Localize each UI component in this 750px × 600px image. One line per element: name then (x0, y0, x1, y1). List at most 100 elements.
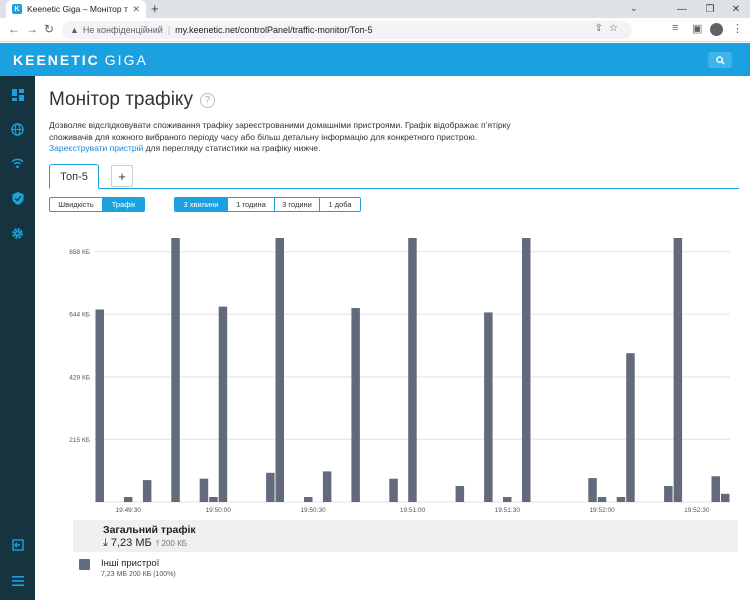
x-tick-label: 19:52:30 (684, 507, 710, 514)
minimize-window-icon[interactable]: — (668, 0, 696, 18)
traffic-chart: 215 КБ 429 КБ 644 КБ 858 КБ 19:49:30 19:50:00… (69, 238, 730, 514)
forward-icon[interactable]: → (26, 22, 38, 36)
traffic-bar[interactable] (322, 471, 332, 502)
help-icon[interactable]: ? (199, 92, 215, 108)
reload-icon[interactable]: ↻ (44, 22, 54, 36)
mode-traffic-button[interactable]: Трафік (102, 197, 145, 212)
shield-icon[interactable] (9, 190, 26, 207)
share-star-icons[interactable]: ⇪☆ (595, 23, 624, 34)
traffic-bar[interactable] (626, 353, 635, 502)
x-tick-label: 19:49:30 (116, 507, 142, 514)
download-arrow-icon: ⤓ (103, 537, 108, 549)
period-toggle: 3 хвилини 1 година 3 години 1 доба (174, 197, 361, 212)
total-traffic-summary: Загальний трафік ⤓ 7,23 МБ ⤒ 200 КБ (73, 520, 738, 552)
y-tick-label: 429 КБ (69, 374, 90, 381)
period-3-minutes-button[interactable]: 3 хвилини (174, 197, 228, 212)
traffic-bar[interactable] (588, 478, 597, 502)
traffic-bar[interactable] (503, 497, 512, 502)
traffic-bar[interactable] (171, 238, 180, 502)
traffic-bar[interactable] (664, 486, 673, 502)
total-download: 7,23 МБ (110, 537, 152, 549)
reading-list-icon[interactable]: ≡ (672, 22, 678, 34)
traffic-bar[interactable] (351, 308, 360, 502)
address-separator: | (167, 25, 171, 35)
traffic-bar[interactable] (522, 238, 531, 502)
mode-toggle: Швидкість Трафік (49, 197, 145, 212)
description-text: Дозволяє відслідковувати споживання траф… (49, 120, 511, 142)
back-icon[interactable]: ← (8, 22, 20, 36)
traffic-bar[interactable] (275, 238, 285, 502)
new-tab-button[interactable]: + (151, 1, 159, 16)
y-tick-label: 215 КБ (69, 437, 90, 444)
x-tick-label: 19:52:00 (589, 507, 615, 514)
traffic-bar[interactable] (455, 486, 465, 502)
browser-tab[interactable]: K Keenetic Giga – Монітор трафік ✕ (6, 0, 146, 18)
summary-title: Загальний трафік (103, 524, 196, 536)
traffic-bar[interactable] (142, 480, 152, 502)
period-1-hour-button[interactable]: 1 година (227, 197, 275, 212)
mode-speed-button[interactable]: Швидкість (49, 197, 103, 212)
traffic-bar[interactable] (408, 238, 417, 502)
keenetic-logo[interactable]: KEENETIC GIGA (13, 52, 148, 68)
browser-tabstrip: K Keenetic Giga – Монітор трафік ✕ + ⌄ —… (0, 0, 750, 18)
traffic-bar[interactable] (199, 478, 209, 502)
summary-totals: ⤓ 7,23 МБ ⤒ 200 КБ (103, 537, 187, 550)
dashboard-icon[interactable] (9, 86, 26, 103)
total-upload: 200 КБ (161, 539, 187, 548)
profile-avatar[interactable] (710, 23, 723, 36)
traffic-bar[interactable] (123, 497, 133, 502)
address-bar[interactable]: ▲ Не конфіденційний | my.keenetic.net/co… (62, 21, 632, 39)
sidebar (0, 76, 35, 600)
side-panel-icon[interactable]: ▣ (692, 22, 702, 35)
menu-dots-icon[interactable]: ⋮ (732, 22, 743, 35)
period-3-hours-button[interactable]: 3 години (274, 197, 320, 212)
globe-icon[interactable] (9, 121, 26, 138)
traffic-bar[interactable] (616, 497, 626, 502)
keenetic-favicon-icon: K (12, 4, 22, 14)
gear-icon[interactable] (9, 225, 26, 242)
logo-model: GIGA (104, 52, 148, 68)
tabs-divider (49, 188, 739, 189)
search-icon (715, 55, 725, 65)
x-tick-label: 19:50:30 (300, 507, 326, 514)
legend-name: Інші пристрої (101, 558, 160, 569)
page-title-text: Монітор трафіку (49, 89, 193, 110)
not-secure-label: Не конфіденційний (82, 25, 163, 35)
add-tab-button[interactable]: + (111, 165, 133, 187)
logo-brand: KEENETIC (13, 52, 100, 68)
y-tick-label: 644 КБ (69, 312, 90, 319)
page-title: Монітор трафіку ? (49, 89, 215, 111)
traffic-bar[interactable] (266, 472, 275, 502)
traffic-bar[interactable] (673, 238, 683, 502)
x-tick-label: 19:50:00 (206, 507, 232, 514)
close-window-icon[interactable]: ✕ (722, 0, 750, 18)
legend-values: 7,23 МБ 200 КБ (100%) (101, 571, 176, 578)
wifi-icon[interactable] (9, 155, 26, 172)
traffic-bar[interactable] (95, 309, 105, 503)
tab-search-chevron-icon[interactable]: ⌄ (630, 3, 638, 14)
app-header: KEENETIC GIGA (0, 43, 750, 76)
traffic-bar[interactable] (721, 493, 730, 502)
register-device-link[interactable]: Зареєструвати пристрій (49, 143, 143, 153)
hamburger-menu-icon[interactable] (9, 572, 26, 589)
legend-swatch (79, 559, 90, 570)
upload-total-wrap: ⤒ 200 КБ (155, 539, 187, 548)
logout-icon[interactable] (9, 536, 26, 553)
warning-icon[interactable]: ▲ (70, 25, 79, 35)
search-button[interactable] (708, 52, 732, 68)
browser-toolbar: ← → ↻ ▲ Не конфіденційний | my.keenetic.… (0, 18, 750, 42)
traffic-bar[interactable] (389, 478, 398, 502)
traffic-bar[interactable] (711, 476, 721, 502)
traffic-bar[interactable] (218, 306, 228, 502)
restore-window-icon[interactable]: ❐ (696, 0, 724, 18)
traffic-bar[interactable] (597, 497, 607, 502)
close-tab-icon[interactable]: ✕ (132, 4, 140, 15)
traffic-bar[interactable] (209, 497, 218, 502)
period-1-day-button[interactable]: 1 доба (319, 197, 361, 212)
page-description: Дозволяє відслідковувати споживання траф… (49, 120, 539, 155)
traffic-bar[interactable] (304, 497, 313, 502)
url-text[interactable]: my.keenetic.net/controlPanel/traffic-mon… (175, 25, 372, 35)
x-tick-label: 19:51:00 (400, 507, 426, 514)
tab-top-5[interactable]: Топ-5 (49, 164, 99, 189)
traffic-bar[interactable] (484, 312, 493, 502)
